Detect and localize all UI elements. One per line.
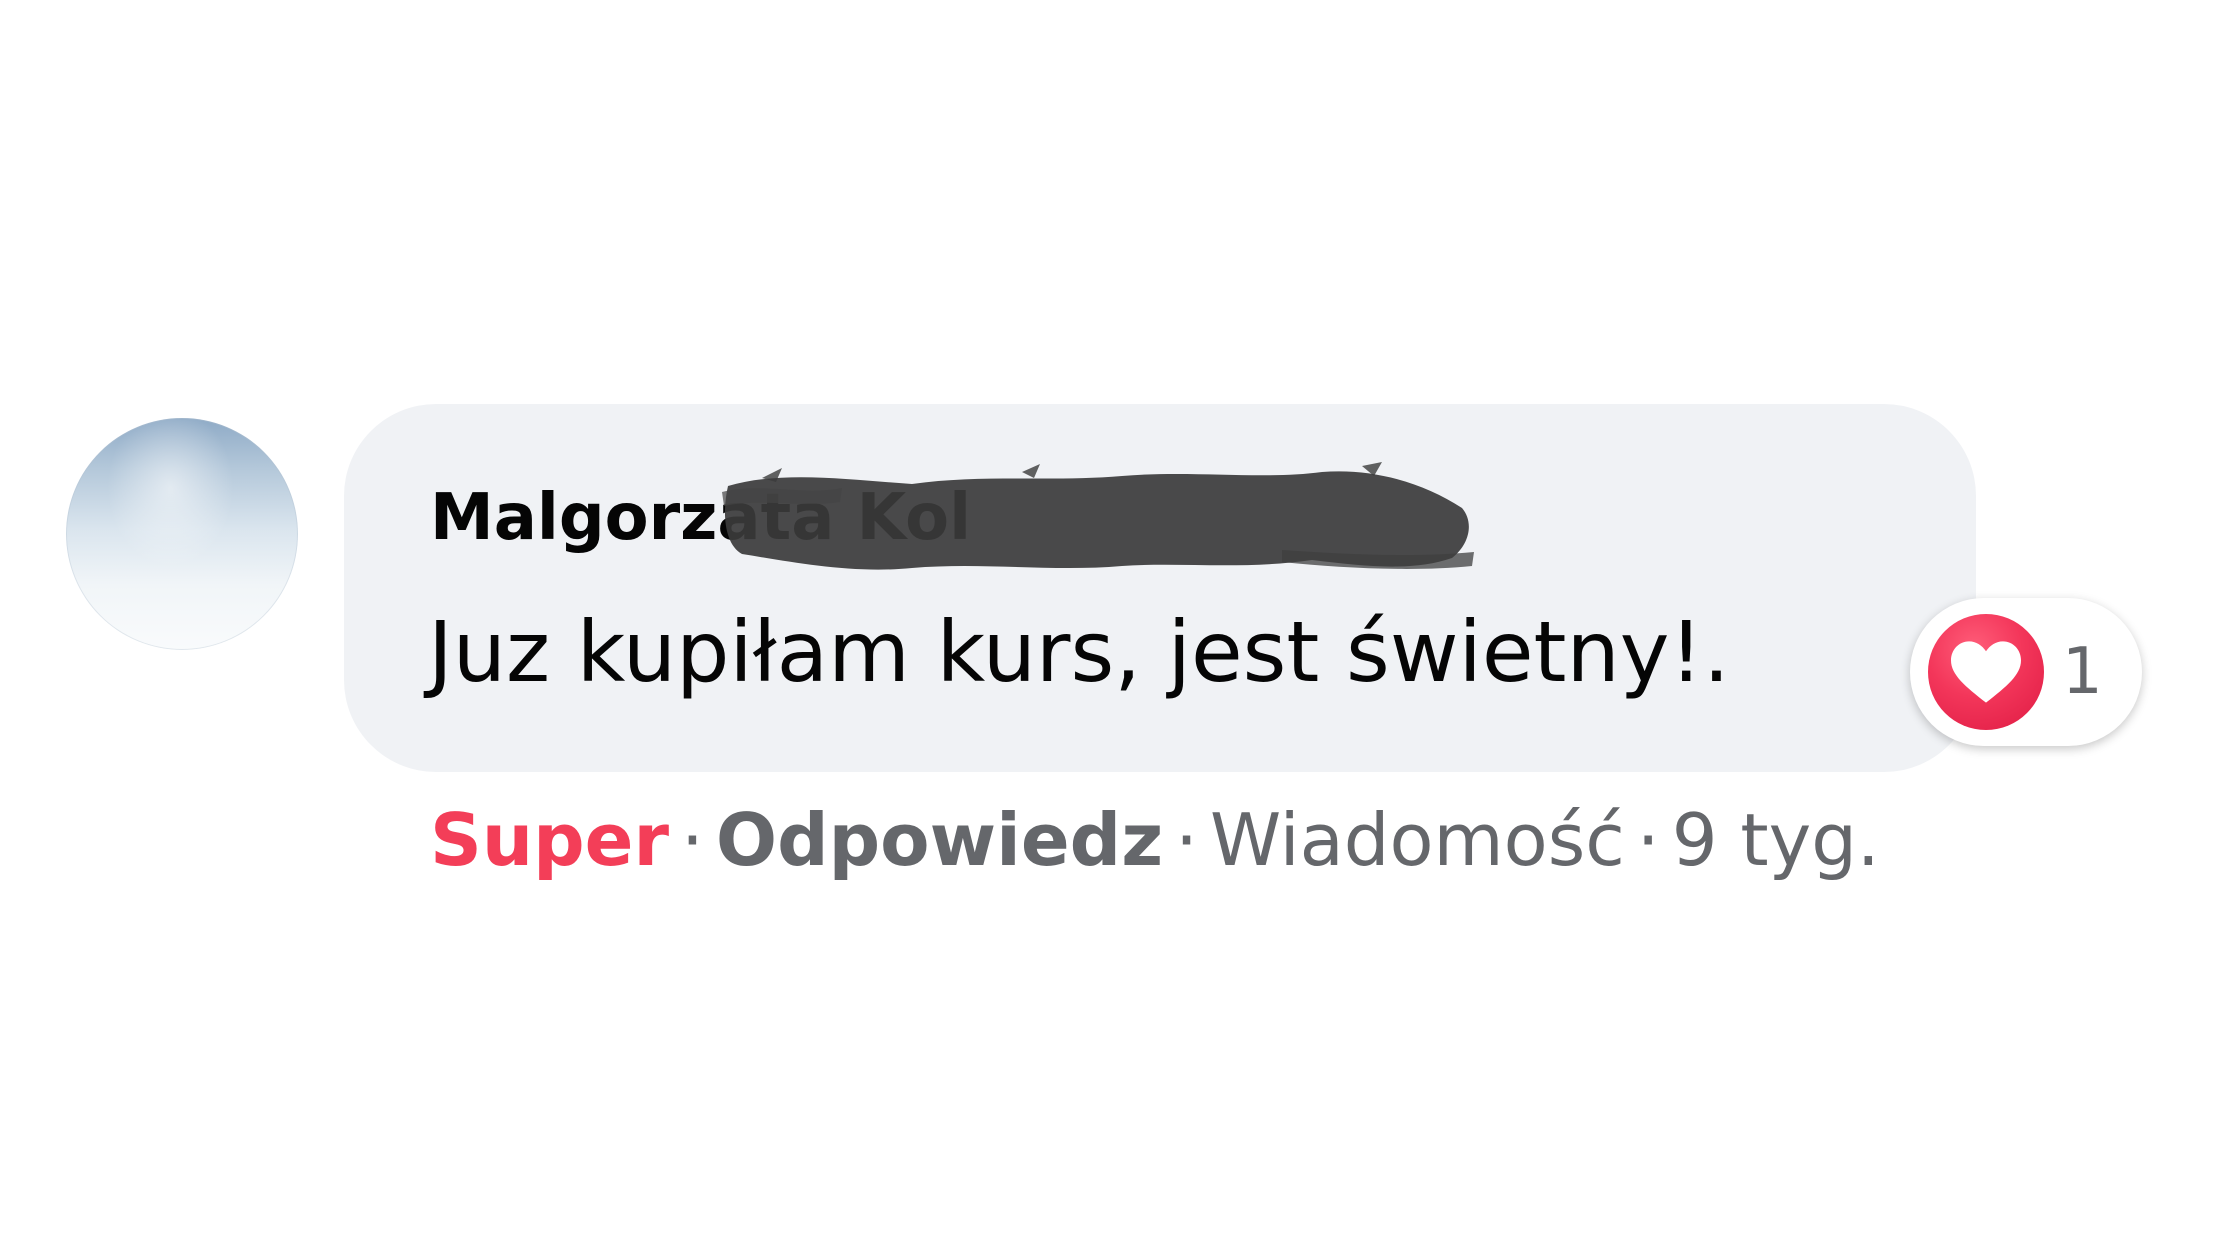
separator-dot: · bbox=[681, 798, 704, 882]
reaction-summary[interactable]: 1 bbox=[1910, 598, 2142, 746]
comment-author-name[interactable]: Malgorzata Kol bbox=[430, 478, 971, 558]
super-reaction-button[interactable]: Super bbox=[430, 798, 669, 882]
comment-screenshot: Malgorzata Kol Juz kupiłam kurs, jest św… bbox=[0, 0, 2240, 1260]
heart-reaction-badge bbox=[1928, 614, 2044, 730]
comment-actions: Super · Odpowiedz · Wiadomość · 9 tyg. bbox=[430, 790, 1880, 890]
separator-dot: · bbox=[1175, 798, 1199, 882]
reaction-count: 1 bbox=[2062, 635, 2103, 709]
comment-timestamp[interactable]: 9 tyg. bbox=[1672, 798, 1880, 882]
message-button[interactable]: Wiadomość bbox=[1210, 798, 1625, 882]
heart-icon bbox=[1951, 641, 2021, 703]
separator-dot: · bbox=[1636, 798, 1660, 882]
avatar[interactable] bbox=[66, 418, 298, 650]
comment-bubble bbox=[344, 404, 1976, 772]
reply-button[interactable]: Odpowiedz bbox=[716, 798, 1163, 882]
comment-text: Juz kupiłam kurs, jest świetny!. bbox=[428, 603, 1730, 701]
